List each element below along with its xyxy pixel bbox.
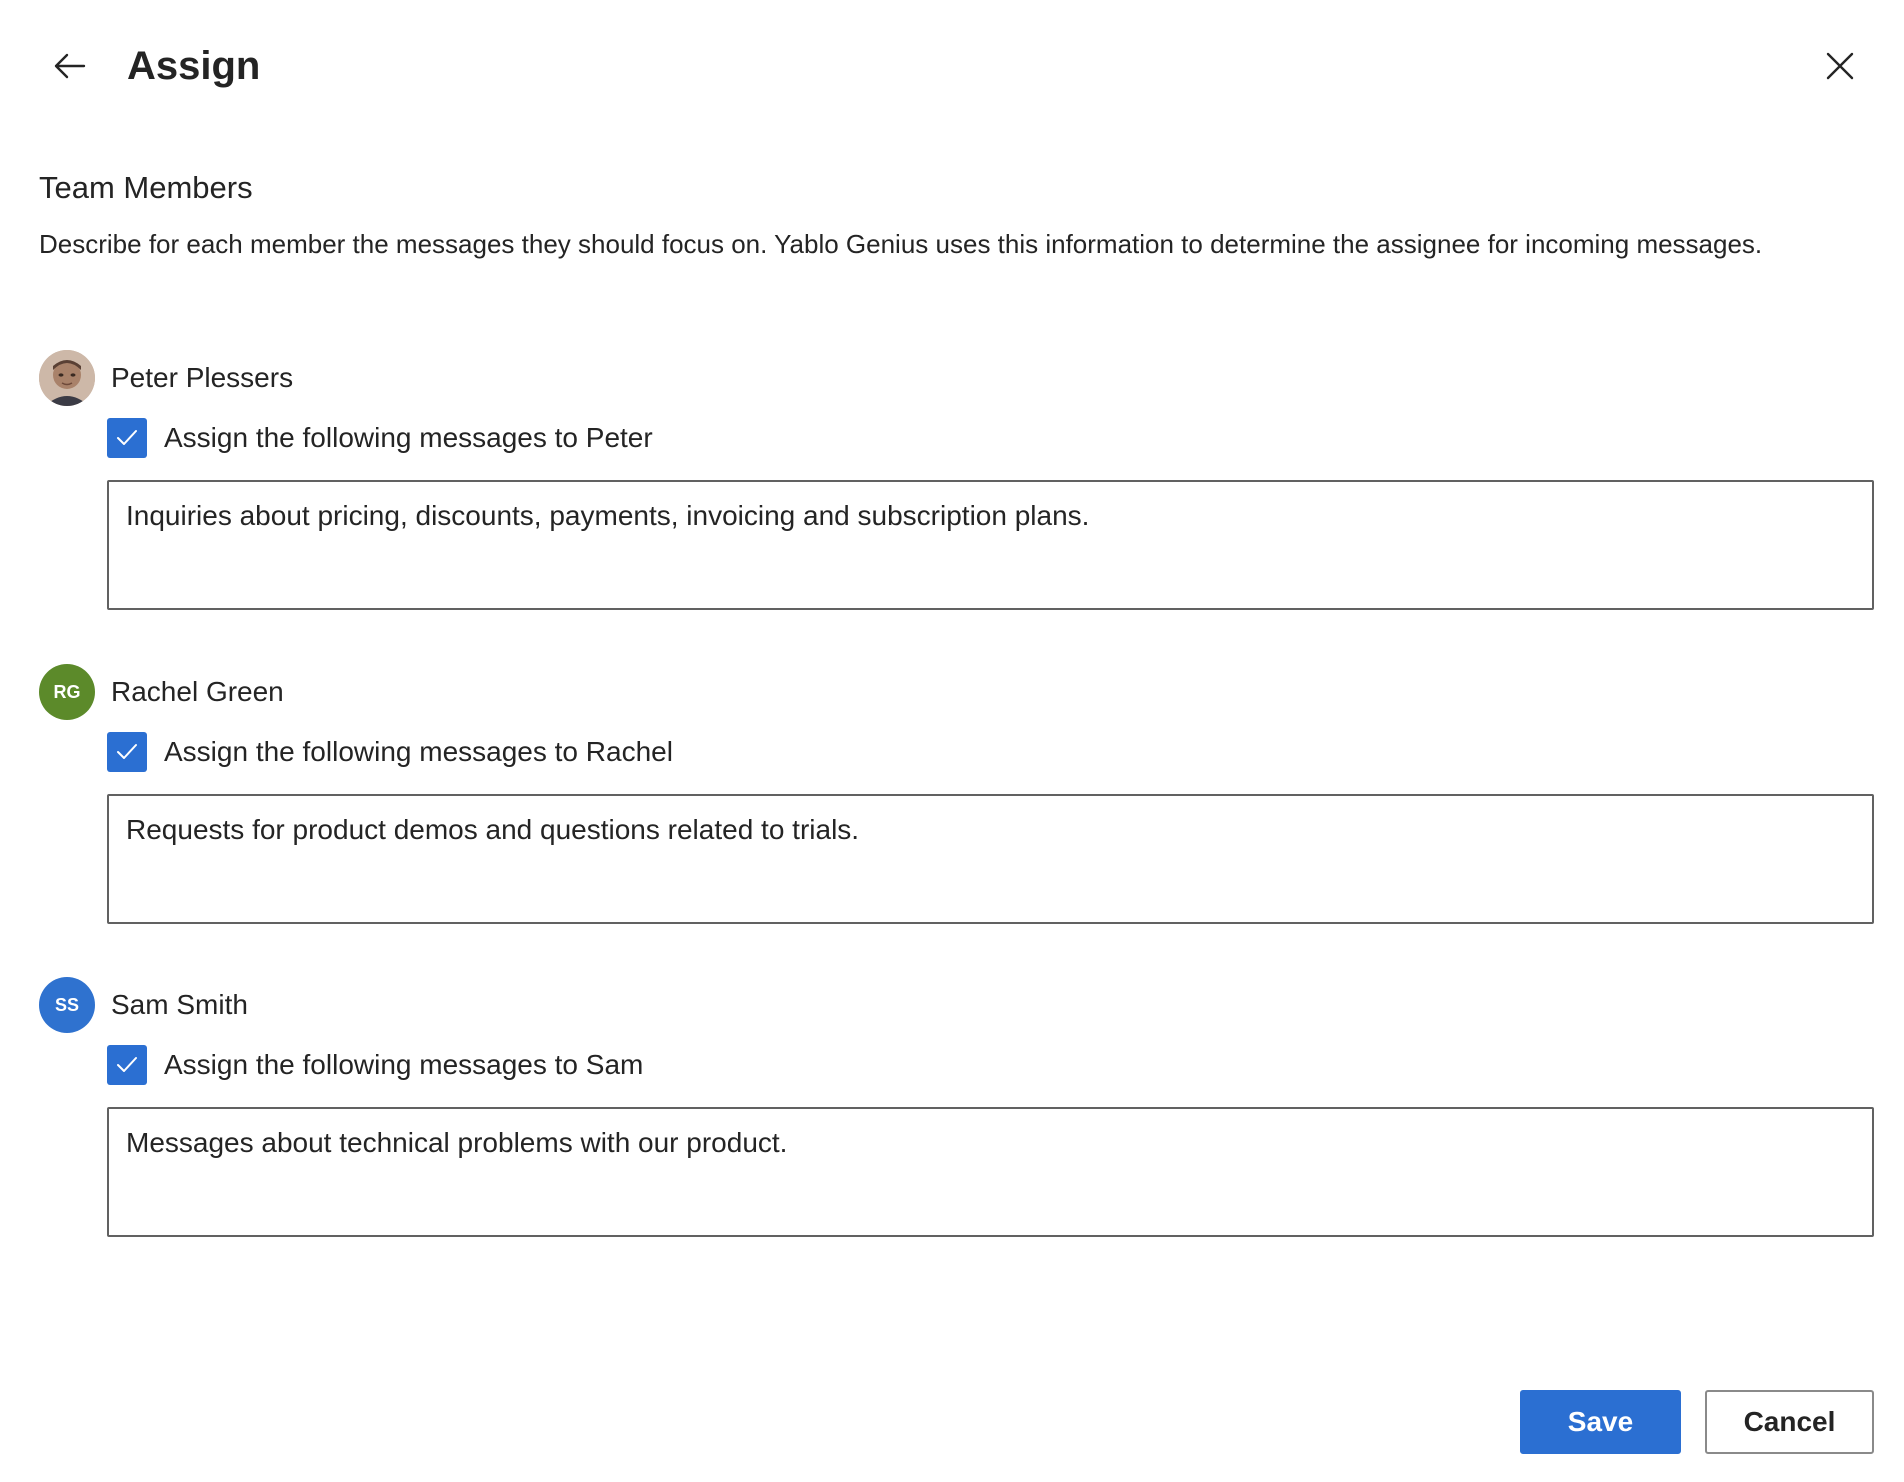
checkbox-checked[interactable] <box>107 732 147 772</box>
focus-description-input[interactable]: Messages about technical problems with o… <box>107 1107 1874 1237</box>
checkmark-icon <box>117 1057 137 1072</box>
page-title: Assign <box>127 44 261 88</box>
close-button[interactable] <box>1814 40 1866 92</box>
assign-checkbox-peter[interactable]: Assign the following messages to Peter <box>107 418 653 458</box>
save-button[interactable]: Save <box>1520 1390 1681 1454</box>
section-description: Describe for each member the messages th… <box>39 229 1763 259</box>
focus-description-input[interactable]: Inquiries about pricing, discounts, paym… <box>107 480 1874 610</box>
panel-header: Assign <box>0 0 1904 130</box>
arrow-left-icon <box>54 53 86 79</box>
member-name: Peter Plessers <box>111 362 294 393</box>
avatar: SS <box>39 977 95 1033</box>
assign-checkbox-sam[interactable]: Assign the following messages to Sam <box>107 1045 643 1085</box>
assign-panel: Assign Team Members Describe for each me… <box>0 0 1904 1482</box>
member-name: Sam Smith <box>111 989 248 1020</box>
checkbox-label: Assign the following messages to Peter <box>164 422 653 453</box>
avatar <box>39 350 95 406</box>
assign-checkbox-rachel[interactable]: Assign the following messages to Rachel <box>107 732 673 772</box>
checkbox-label: Assign the following messages to Rachel <box>164 736 673 767</box>
focus-description-input[interactable]: Requests for product demos and questions… <box>107 794 1874 924</box>
avatar-photo-icon <box>39 350 95 406</box>
close-icon <box>1826 52 1854 80</box>
avatar: RG <box>39 664 95 720</box>
checkbox-checked[interactable] <box>107 418 147 458</box>
back-button[interactable] <box>44 40 96 92</box>
checkmark-icon <box>117 744 137 759</box>
cancel-button[interactable]: Cancel <box>1705 1390 1874 1454</box>
checkbox-label: Assign the following messages to Sam <box>164 1049 644 1080</box>
section-title: Team Members <box>39 170 253 205</box>
checkbox-checked[interactable] <box>107 1045 147 1085</box>
checkmark-icon <box>117 430 137 445</box>
member-name: Rachel Green <box>111 676 284 707</box>
